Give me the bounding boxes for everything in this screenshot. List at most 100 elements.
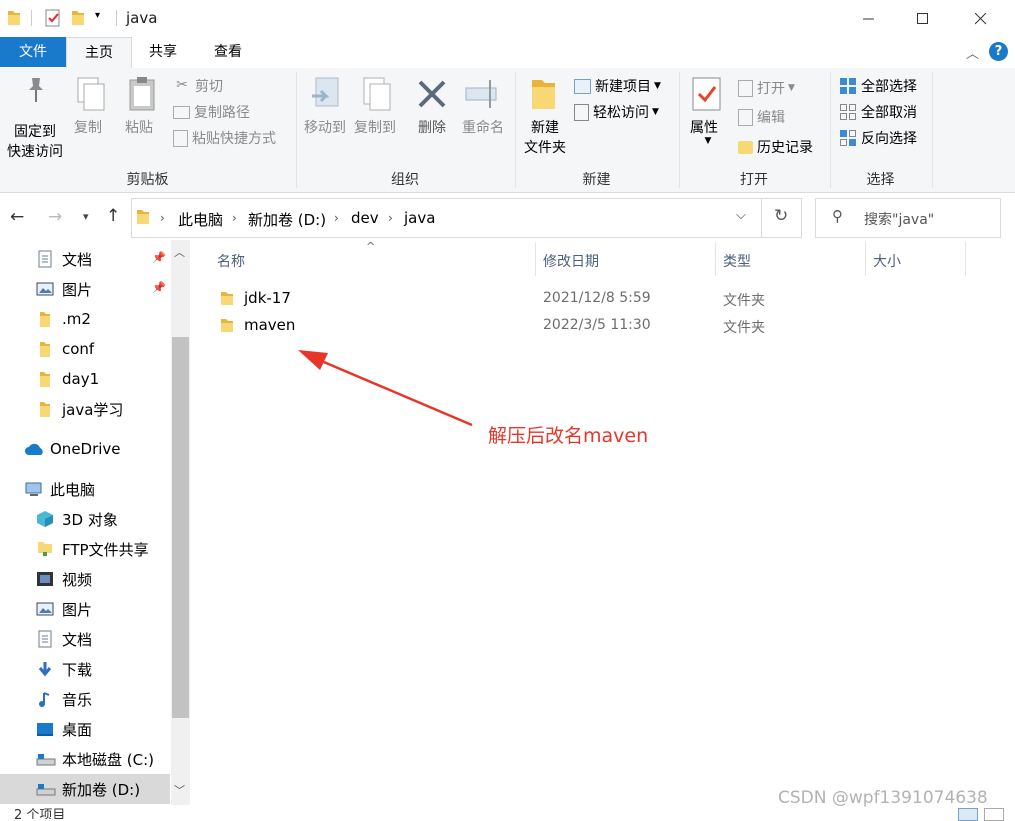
paste-shortcut-button[interactable]: 粘贴快捷方式 xyxy=(173,127,276,149)
minimize-button[interactable] xyxy=(846,0,892,37)
move-to-label: 移动到 xyxy=(304,120,346,136)
table-row[interactable]: maven xyxy=(213,312,544,338)
properties-quick-icon[interactable] xyxy=(44,9,62,27)
breadcrumb-separator-icon[interactable]: › xyxy=(334,211,339,225)
nav-item[interactable]: 文档 xyxy=(36,244,92,274)
large-icons-view-icon[interactable] xyxy=(984,808,1004,821)
nav-item-label: 文档 xyxy=(62,250,93,269)
open-button[interactable]: 打开 ▼ xyxy=(738,77,795,99)
breadcrumb-dev[interactable]: dev xyxy=(351,209,379,227)
forward-icon[interactable]: → xyxy=(48,207,62,227)
tab-home[interactable]: 主页 xyxy=(66,37,132,69)
copy-to-button[interactable]: 复制到 xyxy=(352,76,398,138)
breadcrumb-this-pc[interactable]: 此电脑 xyxy=(178,209,223,230)
up-icon[interactable]: ↑ xyxy=(106,206,120,226)
watermark: CSDN @wpf1391074638 xyxy=(778,788,988,808)
copy-icon xyxy=(77,77,105,111)
customize-quick-access-icon[interactable]: ▾ xyxy=(95,10,100,21)
copy-button[interactable]: 复制 xyxy=(74,76,110,138)
select-none-label: 全部取消 xyxy=(861,105,917,121)
new-item-button[interactable]: 新建项目 ▼ xyxy=(574,75,661,97)
easy-access-button[interactable]: 轻松访问 ▼ xyxy=(574,101,659,123)
paste-shortcut-label: 粘贴快捷方式 xyxy=(192,131,276,147)
pin-label-2: 快速访问 xyxy=(7,144,63,160)
move-to-icon xyxy=(312,77,339,107)
scroll-down-icon[interactable]: ﹀ xyxy=(174,782,185,798)
paste-shortcut-icon xyxy=(173,129,188,147)
breadcrumb-drive-d[interactable]: 新加卷 (D:) xyxy=(248,209,326,230)
address-dropdown-icon[interactable]: ⌵ xyxy=(736,208,746,223)
delete-button[interactable]: 删除 xyxy=(414,76,450,138)
nav-item[interactable]: 本地磁盘 (C:) xyxy=(36,744,154,774)
scroll-up-icon[interactable]: ︿ xyxy=(174,244,185,260)
refresh-icon: ↻ xyxy=(774,206,789,226)
nav-item[interactable]: 图片 xyxy=(36,594,92,624)
help-icon[interactable]: ? xyxy=(989,42,1008,61)
nav-item[interactable]: OneDrive xyxy=(24,434,121,464)
select-none-button[interactable]: 全部取消 xyxy=(839,101,917,123)
nav-item[interactable]: 此电脑 xyxy=(24,474,95,504)
paste-button[interactable]: 粘贴 xyxy=(125,76,161,138)
nav-item[interactable]: day1 xyxy=(36,364,99,394)
nav-item[interactable]: 图片 xyxy=(36,274,92,304)
table-row[interactable]: jdk-17 xyxy=(213,285,544,311)
picture-icon xyxy=(36,280,54,298)
new-folder-button[interactable]: 新建 文件夹 xyxy=(520,76,570,158)
close-button[interactable] xyxy=(958,0,1004,37)
pin-icon[interactable]: 📌 xyxy=(152,281,166,294)
column-header-type[interactable]: 类型 xyxy=(723,251,751,271)
rename-button[interactable]: 重命名 xyxy=(458,76,508,138)
nav-item[interactable]: .m2 xyxy=(36,304,91,334)
column-header-size[interactable]: 大小 xyxy=(873,251,901,271)
nav-item[interactable]: 下载 xyxy=(36,654,92,684)
maximize-button[interactable] xyxy=(900,0,946,37)
select-none-icon xyxy=(840,104,856,120)
breadcrumb-separator-icon[interactable]: › xyxy=(160,211,165,225)
back-icon[interactable]: ← xyxy=(10,207,24,227)
tab-file[interactable]: 文件 xyxy=(0,37,66,67)
nav-item[interactable]: java学习 xyxy=(36,394,123,424)
copy-path-button[interactable]: 复制路径 xyxy=(173,101,250,123)
edit-label: 编辑 xyxy=(757,110,785,126)
column-header-name[interactable]: 名称 xyxy=(217,251,245,271)
tab-share[interactable]: 共享 xyxy=(132,37,194,67)
nav-item[interactable]: conf xyxy=(36,334,94,364)
divider xyxy=(932,72,933,188)
details-view-icon[interactable] xyxy=(958,808,978,821)
music-icon xyxy=(36,690,54,708)
move-to-button[interactable]: 移动到 xyxy=(302,76,348,138)
open-label: 打开 xyxy=(757,81,785,97)
nav-item[interactable]: 音乐 xyxy=(36,684,92,714)
rename-icon xyxy=(465,80,497,108)
new-folder-quick-icon[interactable] xyxy=(70,9,86,27)
tab-view[interactable]: 查看 xyxy=(196,37,260,67)
invert-selection-button[interactable]: 反向选择 xyxy=(839,127,917,149)
folder-icon xyxy=(36,310,54,328)
divider xyxy=(865,242,866,276)
nav-item[interactable]: 视频 xyxy=(36,564,92,594)
nav-item[interactable]: 文档 xyxy=(36,624,92,654)
paste-icon xyxy=(129,77,155,111)
history-button[interactable]: 历史记录 xyxy=(738,136,813,158)
nav-scrollbar-thumb[interactable] xyxy=(172,337,189,718)
recent-locations-icon[interactable]: ▾ xyxy=(83,210,89,223)
nav-item[interactable]: FTP文件共享 xyxy=(36,534,149,564)
properties-button[interactable]: 属性 ▼ xyxy=(690,76,726,146)
breadcrumb-separator-icon[interactable]: › xyxy=(388,211,393,225)
address-bar[interactable] xyxy=(131,198,762,238)
nav-item[interactable]: 新加卷 (D:) xyxy=(36,774,140,804)
easy-access-icon xyxy=(574,103,589,121)
nav-item[interactable]: 3D 对象 xyxy=(36,504,118,534)
pin-quick-access-button[interactable]: 固定到 快速访问 xyxy=(4,76,66,162)
nav-item[interactable]: 桌面 xyxy=(36,714,92,744)
column-header-modified[interactable]: 修改日期 xyxy=(543,251,599,271)
pin-icon[interactable]: 📌 xyxy=(152,251,166,264)
edit-button[interactable]: 编辑 xyxy=(738,106,785,128)
breadcrumb-separator-icon[interactable]: › xyxy=(232,211,237,225)
collapse-ribbon-icon[interactable]: ︿ xyxy=(966,43,979,62)
cut-button[interactable]: ✂ 剪切 xyxy=(173,75,223,97)
group-label-select: 选择 xyxy=(866,172,895,188)
copy-label: 复制 xyxy=(74,120,102,136)
select-all-button[interactable]: 全部选择 xyxy=(839,75,917,97)
breadcrumb-java[interactable]: java xyxy=(404,209,435,227)
